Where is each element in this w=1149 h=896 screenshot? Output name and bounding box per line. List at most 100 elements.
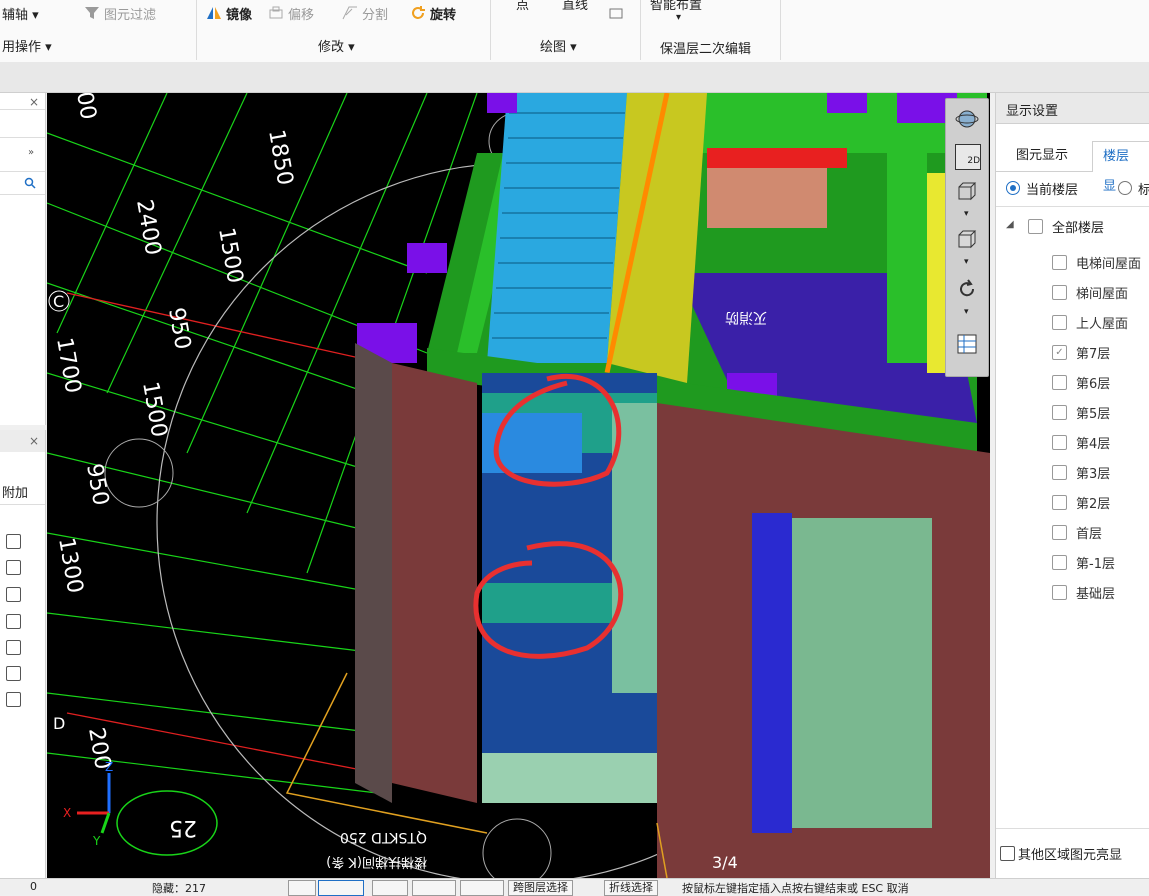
- collapse-icon[interactable]: ◢: [1006, 219, 1014, 230]
- rectangle-icon[interactable]: [608, 5, 624, 21]
- row-checkbox[interactable]: [6, 692, 21, 707]
- row-checkbox[interactable]: [6, 666, 21, 681]
- floor-checkbox[interactable]: [1052, 435, 1067, 450]
- row-checkbox[interactable]: [6, 640, 21, 655]
- element-filter-button[interactable]: 图元过滤: [104, 4, 156, 23]
- floor-item[interactable]: 第2层: [996, 487, 1149, 517]
- divider: [0, 109, 45, 110]
- bottom-label: QTSKTD 250: [340, 829, 427, 845]
- ribbon-separator: [640, 0, 641, 60]
- mirror-button[interactable]: 镜像: [226, 4, 252, 23]
- layer-grid-icon[interactable]: [955, 332, 979, 356]
- floor-item[interactable]: 首层: [996, 517, 1149, 547]
- floor-checkbox[interactable]: [1052, 405, 1067, 420]
- floor-checkbox-checked[interactable]: ✓: [1052, 345, 1067, 360]
- rotate-icon: [412, 6, 425, 19]
- other-area-highlight-label: 其他区域图元亮显: [1018, 848, 1123, 863]
- cube-view-icon[interactable]: [955, 179, 979, 203]
- floor-checkbox[interactable]: [1052, 525, 1067, 540]
- display-settings-panel: 显示设置 图元显示 楼层显 当前楼层 标 ◢ 全部楼层 电梯间屋面 梯间屋面 上…: [995, 93, 1149, 878]
- row-checkbox[interactable]: [6, 560, 21, 575]
- box-view-icon[interactable]: [955, 227, 979, 251]
- insulation-edit-label[interactable]: 保温层二次编辑: [660, 38, 751, 57]
- view-control-toolbar: 2D ▾ ▾ ▾: [945, 98, 989, 377]
- svg-text:Z: Z: [105, 760, 113, 774]
- floor-item[interactable]: 第5层: [996, 397, 1149, 427]
- rotate-view-icon[interactable]: [955, 277, 979, 301]
- close-icon[interactable]: ×: [29, 95, 39, 109]
- column-green: [887, 93, 927, 363]
- dim-label: 950: [163, 306, 195, 352]
- status-coordinate: 0: [30, 880, 37, 893]
- expand-icon[interactable]: »: [28, 147, 34, 158]
- floor-item[interactable]: ✓ 第7层: [996, 337, 1149, 367]
- row-checkbox[interactable]: [6, 614, 21, 629]
- floor-item[interactable]: 电梯间屋面: [996, 247, 1149, 277]
- all-floors-checkbox[interactable]: [1028, 219, 1043, 234]
- floor-checkbox[interactable]: [1052, 375, 1067, 390]
- line-button[interactable]: 直线: [562, 0, 588, 13]
- floor-checkbox[interactable]: [1052, 585, 1067, 600]
- floor-checkbox[interactable]: [1052, 285, 1067, 300]
- offset-icon: [269, 6, 283, 19]
- divider: [996, 206, 1149, 207]
- floor-label: 第7层: [1076, 347, 1111, 362]
- close-icon[interactable]: ×: [29, 434, 39, 448]
- other-area-highlight-checkbox[interactable]: [1000, 846, 1015, 861]
- orbit-handle: [482, 818, 552, 878]
- dim-label: 1850: [263, 128, 297, 187]
- model-drawing[interactable]: 00 1850 2400 1500 950 1700 1500 950 1300…: [47, 93, 990, 878]
- panel-title-bar: 显示设置: [996, 93, 1149, 124]
- chevron-down-icon[interactable]: ▾: [964, 209, 969, 219]
- floor-checkbox[interactable]: [1052, 555, 1067, 570]
- orbit-icon[interactable]: [955, 107, 979, 131]
- floor-checkbox[interactable]: [1052, 315, 1067, 330]
- 2d-view-button[interactable]: 2D: [955, 144, 981, 170]
- orbit-handle: [104, 438, 174, 508]
- floor-item[interactable]: 梯间屋面: [996, 277, 1149, 307]
- floor-label: 梯间屋面: [1076, 287, 1129, 302]
- attach-column-header: 附加: [2, 486, 29, 501]
- bottom-label-2: 楼梯扶梯间(K 条): [326, 854, 427, 870]
- axis-label-c: C: [53, 292, 64, 311]
- dimension-labels: 00 1850 2400 1500 950 1700 1500 950 1300…: [51, 93, 297, 771]
- floor-item[interactable]: 基础层: [996, 577, 1149, 607]
- rotate-button[interactable]: 旋转: [430, 4, 456, 23]
- floor-checkbox[interactable]: [1052, 255, 1067, 270]
- tab-element-display[interactable]: 图元显示: [1006, 141, 1078, 171]
- tab-bar: 图元显示 楼层显: [996, 141, 1149, 194]
- floor-item[interactable]: 第4层: [996, 427, 1149, 457]
- panel-title: 显示设置: [1006, 104, 1059, 119]
- radio-current-floor[interactable]: [1006, 181, 1020, 195]
- status-bar: 0 隐藏：217 跨图层选择 折线选择 按鼠标左键指定插入点按右键结束或 ESC…: [0, 878, 1149, 896]
- row-checkbox[interactable]: [6, 587, 21, 602]
- 3d-model-viewport[interactable]: 00 1850 2400 1500 950 1700 1500 950 1300…: [47, 93, 990, 878]
- floor-label: 第5层: [1076, 407, 1111, 422]
- row-checkbox[interactable]: [6, 534, 21, 549]
- floor-item[interactable]: 上人屋面: [996, 307, 1149, 337]
- point-button[interactable]: 点: [516, 0, 529, 13]
- search-icon: [24, 177, 36, 189]
- search-input[interactable]: [0, 171, 45, 195]
- axes-gizmo: Z X Y: [63, 760, 113, 848]
- ribbon-separator: [196, 0, 197, 60]
- tab-floor-display[interactable]: 楼层显: [1092, 141, 1149, 194]
- common-ops-menu[interactable]: 用操作 ▾: [2, 36, 52, 55]
- floor-item[interactable]: 第3层: [996, 457, 1149, 487]
- chevron-down-icon[interactable]: ▾: [964, 307, 969, 317]
- chevron-down-icon[interactable]: ▾: [964, 257, 969, 267]
- aux-axis-button[interactable]: 辅轴 ▾: [2, 4, 39, 23]
- modify-menu[interactable]: 修改 ▾: [318, 36, 355, 55]
- offset-button[interactable]: 偏移: [288, 4, 314, 23]
- radio-other[interactable]: [1118, 181, 1132, 195]
- mirror-icon: [207, 7, 221, 19]
- left-panel-bottom: × 附加: [0, 430, 46, 878]
- floor-item[interactable]: 第-1层: [996, 547, 1149, 577]
- chevron-down-icon[interactable]: ▾: [676, 12, 681, 23]
- floor-label: 第6层: [1076, 377, 1111, 392]
- floor-checkbox[interactable]: [1052, 465, 1067, 480]
- floor-checkbox[interactable]: [1052, 495, 1067, 510]
- draw-menu[interactable]: 绘图 ▾: [540, 36, 577, 55]
- split-button[interactable]: 分割: [362, 4, 388, 23]
- floor-item[interactable]: 第6层: [996, 367, 1149, 397]
